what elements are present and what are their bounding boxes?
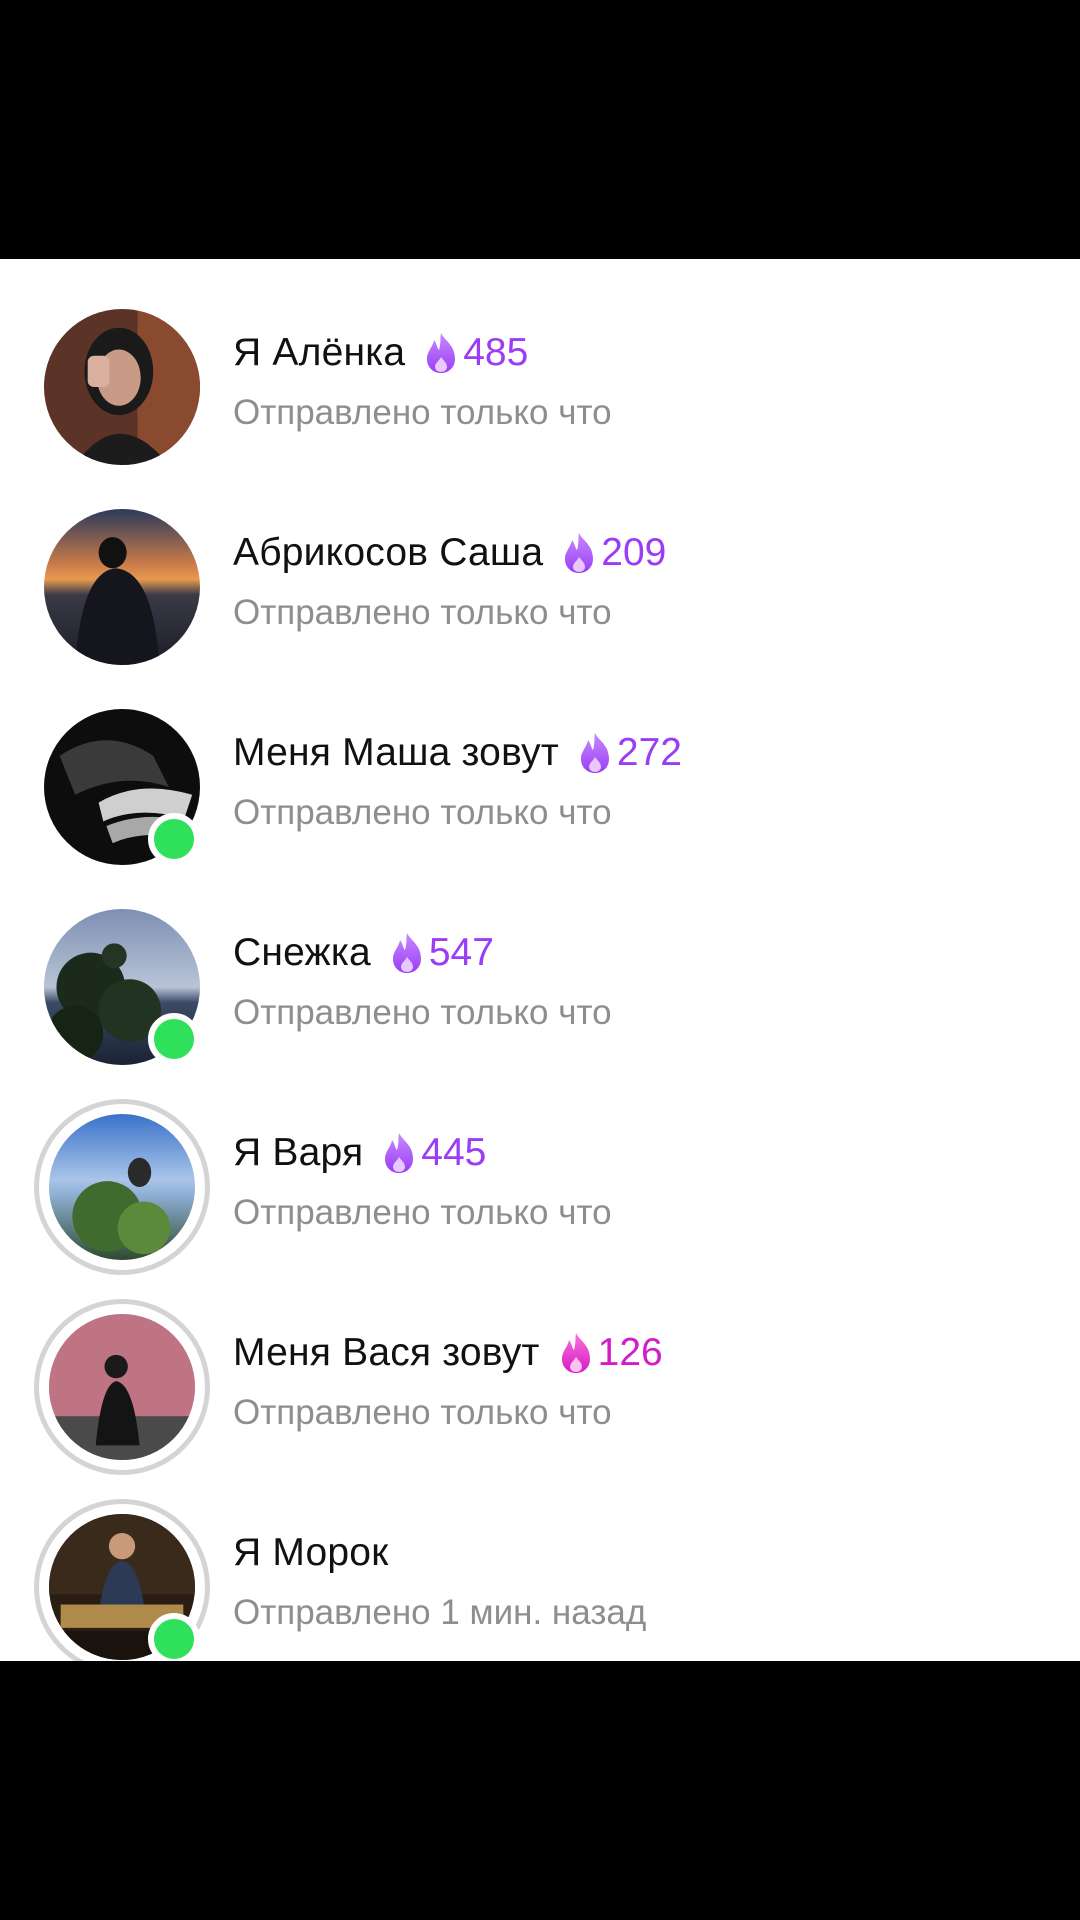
online-indicator [148, 813, 200, 865]
chat-status: Отправлено только что [233, 993, 612, 1032]
avatar-container [44, 509, 200, 665]
contact-name: Абрикосов Саша [233, 531, 544, 574]
chat-row-masha[interactable]: Меня Маша зовут 272 Отправлено только чт… [0, 676, 1080, 876]
streak-badge: 272 [575, 731, 682, 775]
flame-icon [561, 1333, 590, 1373]
top-black-bar [0, 0, 1080, 259]
chat-name-line: Я Варя 445 [233, 1131, 486, 1175]
avatar-container [44, 909, 200, 1065]
chat-status: Отправлено только что [233, 1393, 612, 1432]
streak-badge: 126 [556, 1331, 663, 1375]
flame-icon [580, 733, 609, 773]
chat-row-varya[interactable]: Я Варя 445 Отправлено только что [0, 1076, 1080, 1276]
streak-badge: 209 [559, 531, 666, 575]
chat-status: Отправлено только что [233, 793, 612, 832]
online-indicator [148, 1013, 200, 1065]
chat-status: Отправлено только что [233, 593, 612, 632]
streak-badge: 445 [379, 1131, 486, 1175]
chat-name-line: Я Алёнка 485 [233, 331, 528, 375]
chat-name-line: Снежка 547 [233, 931, 494, 975]
streak-badge: 485 [421, 331, 528, 375]
streak-count: 126 [597, 1331, 663, 1374]
flame-icon [385, 1133, 414, 1173]
avatar[interactable] [49, 1314, 195, 1460]
flame-icon [427, 333, 456, 373]
chat-row-vasya[interactable]: Меня Вася зовут 126 Отправлено только чт… [0, 1276, 1080, 1476]
avatar-container [34, 1499, 210, 1661]
chat-row-alenka[interactable]: Я Алёнка 485 Отправлено только что [0, 276, 1080, 476]
chat-list[interactable]: Я Алёнка 485 Отправлено только что Абрик… [0, 259, 1080, 1661]
chat-name-line: Меня Вася зовут 126 [233, 1331, 663, 1375]
contact-name: Я Алёнка [233, 331, 406, 374]
flame-icon [392, 933, 421, 973]
chat-name-line: Меня Маша зовут 272 [233, 731, 682, 775]
avatar[interactable] [44, 309, 200, 465]
chat-row-morok[interactable]: Я Морок Отправлено 1 мин. назад [0, 1476, 1080, 1661]
streak-count: 445 [421, 1131, 487, 1174]
streak-count: 485 [463, 331, 529, 374]
contact-name: Меня Вася зовут [233, 1331, 540, 1374]
chat-status: Отправлено только что [233, 393, 612, 432]
avatar-container [34, 1299, 210, 1475]
streak-count: 547 [428, 931, 494, 974]
streak-badge: 547 [387, 931, 494, 975]
chat-status: Отправлено только что [233, 1193, 612, 1232]
avatar-container [44, 309, 200, 465]
avatar[interactable] [49, 1114, 195, 1260]
flame-icon [565, 533, 594, 573]
avatar[interactable] [44, 509, 200, 665]
chat-row-sasha[interactable]: Абрикосов Саша 209 Отправлено только что [0, 476, 1080, 676]
contact-name: Я Варя [233, 1131, 364, 1174]
chat-name-line: Я Морок [233, 1531, 388, 1575]
contact-name: Снежка [233, 931, 371, 974]
bottom-black-bar [0, 1661, 1080, 1920]
contact-name: Меня Маша зовут [233, 731, 559, 774]
avatar-container [34, 1099, 210, 1275]
avatar-container [44, 709, 200, 865]
contact-name: Я Морок [233, 1531, 389, 1574]
chat-status: Отправлено 1 мин. назад [233, 1593, 647, 1632]
streak-count: 209 [601, 531, 667, 574]
streak-count: 272 [616, 731, 682, 774]
chat-name-line: Абрикосов Саша 209 [233, 531, 666, 575]
online-indicator [148, 1613, 200, 1661]
chat-row-snezhka[interactable]: Снежка 547 Отправлено только что [0, 876, 1080, 1076]
